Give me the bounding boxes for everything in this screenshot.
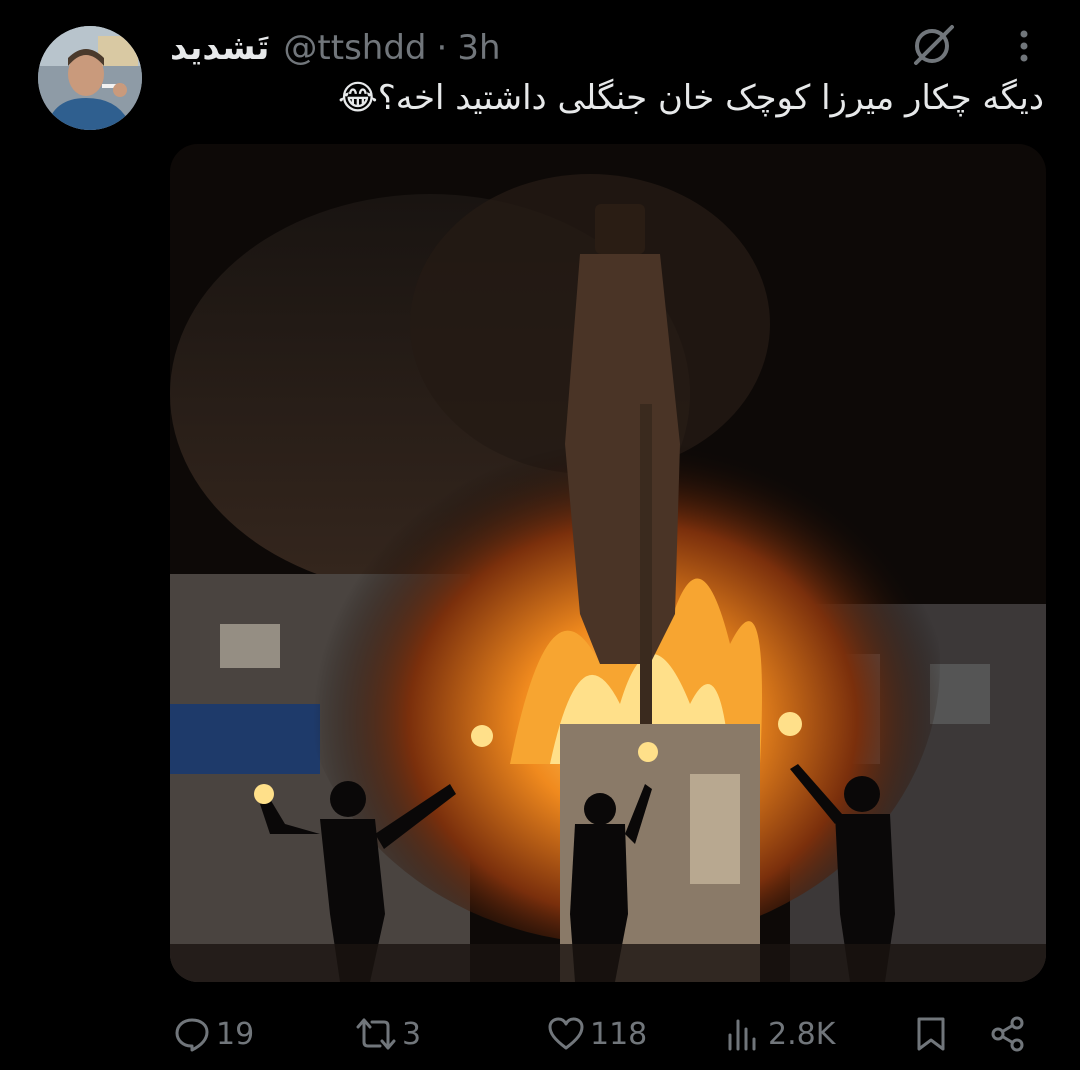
- views-button[interactable]: 2.8K: [726, 1010, 835, 1058]
- retweet-button[interactable]: 3: [356, 1010, 421, 1058]
- tweet: تَشدید @ttshdd · 3h دیگه چکار میرزا کوچک…: [0, 0, 1080, 1070]
- user-avatar[interactable]: [38, 26, 142, 130]
- avatar-image: [38, 26, 142, 130]
- tweet-photo[interactable]: [170, 144, 1046, 982]
- like-button[interactable]: 118: [548, 1010, 647, 1058]
- reply-button[interactable]: 19: [174, 1010, 254, 1058]
- heart-icon: [548, 1017, 584, 1050]
- tweet-header: تَشدید @ttshdd · 3h: [170, 26, 501, 70]
- views-count: 2.8K: [768, 1016, 836, 1052]
- like-count: 118: [590, 1016, 648, 1052]
- header-separator: ·: [436, 28, 448, 68]
- bookmark-icon: [917, 1017, 945, 1051]
- tweet-action-bar: 19 3 118 2.8K: [170, 1010, 1046, 1058]
- display-name[interactable]: تَشدید: [170, 28, 269, 68]
- bookmark-button[interactable]: [916, 1010, 946, 1058]
- reply-count: 19: [216, 1016, 255, 1052]
- grok-icon[interactable]: [908, 22, 958, 68]
- retweet-count: 3: [402, 1016, 422, 1052]
- user-handle[interactable]: @ttshdd: [283, 28, 426, 68]
- reply-icon: [175, 1018, 209, 1052]
- share-icon: [991, 1016, 1024, 1052]
- tweet-text: دیگه چکار میرزا کوچک خان جنگلی داشتید اخ…: [337, 78, 1044, 118]
- timestamp[interactable]: 3h: [457, 28, 500, 68]
- retweet-icon: [356, 1018, 396, 1050]
- more-options-icon[interactable]: [1004, 24, 1044, 68]
- share-button[interactable]: [990, 1010, 1026, 1058]
- views-icon: [728, 1019, 756, 1051]
- photo-statue-on-fire: [170, 144, 1046, 982]
